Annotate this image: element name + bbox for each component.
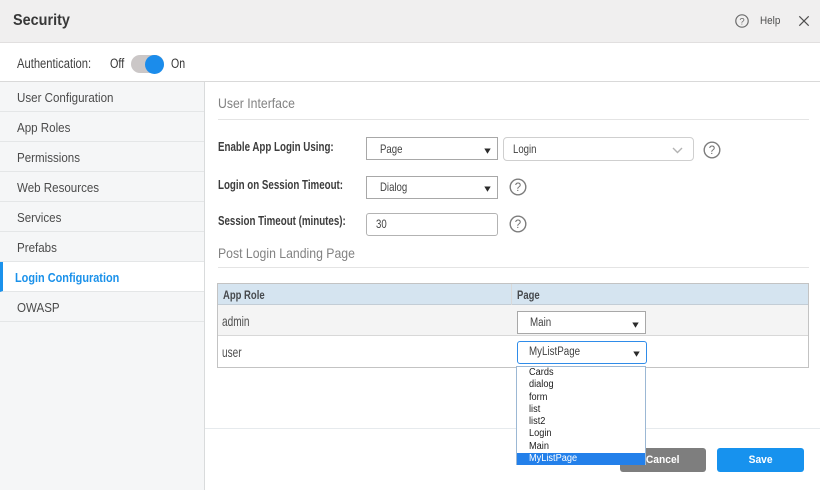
svg-text:?: ?: [709, 145, 715, 157]
svg-text:?: ?: [515, 219, 521, 231]
svg-text:?: ?: [739, 16, 744, 27]
svg-text:?: ?: [515, 182, 521, 194]
